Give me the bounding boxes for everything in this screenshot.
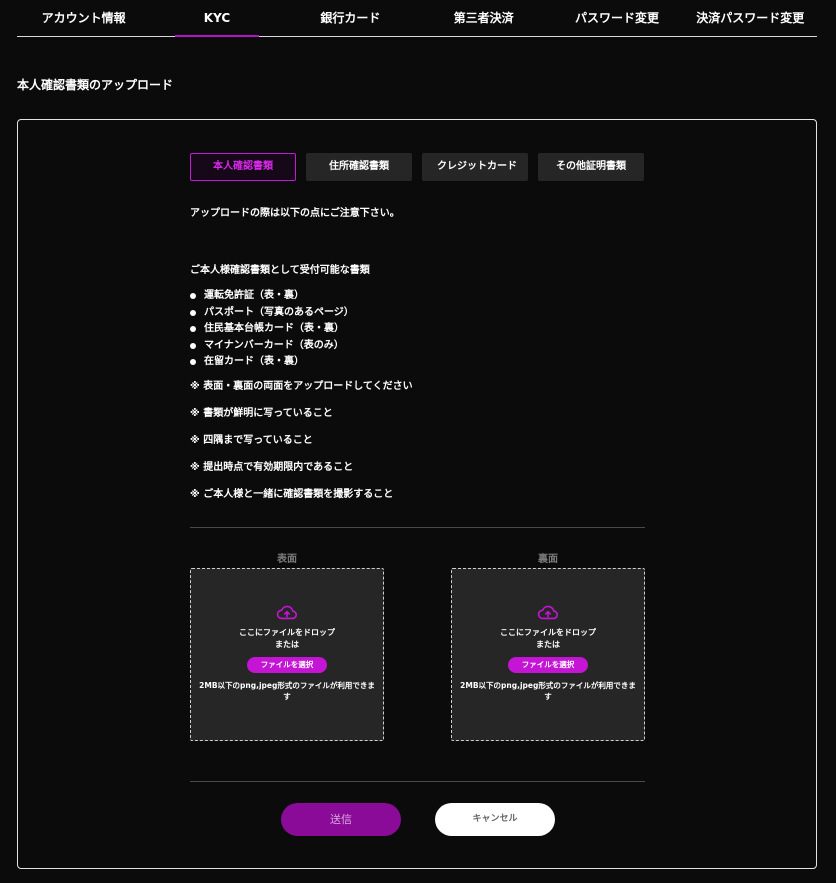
accepted-documents-heading: ご本人様確認書類として受付可能な書類: [190, 265, 370, 276]
or-text: または: [275, 640, 299, 649]
or-text: または: [536, 640, 560, 649]
front-dropzone[interactable]: ここにファイルをドロップ または ファイルを選択 2MB以下のpng,jpeg形…: [190, 568, 384, 741]
back-dropzone[interactable]: ここにファイルをドロップ または ファイルを選択 2MB以下のpng,jpeg形…: [451, 568, 645, 741]
note: ※ 書類が鮮明に写っていること: [190, 407, 333, 419]
back-upload: 裏面 ここにファイルをドロップ または ファイルを選択 2MB以下のpng,jp…: [451, 550, 645, 741]
instructions: アップロードの際は以下の点にご注意下さい。 ご本人様確認書類として受付可能な書類…: [190, 204, 650, 515]
front-upload: 表面 ここにファイルをドロップ または ファイルを選択 2MB以下のpng,jp…: [190, 550, 384, 741]
upload-notice: アップロードの際は以下の点にご注意下さい。: [190, 208, 400, 219]
tab-third-party-payment[interactable]: 第三者決済: [417, 0, 550, 36]
cancel-button[interactable]: キャンセル: [435, 803, 555, 836]
cloud-upload-icon: [537, 605, 559, 620]
cloud-upload-icon: [276, 605, 298, 620]
page-title: 本人確認書類のアップロード: [17, 78, 174, 92]
upload-panel: 本人確認書類 住所確認書類 クレジットカード その他証明書類 アップロードの際は…: [17, 119, 817, 869]
note: ※ 表面・裏面の両面をアップロードしてください: [190, 380, 413, 392]
tab-bank-card[interactable]: 銀行カード: [284, 0, 417, 36]
select-file-button[interactable]: ファイルを選択: [508, 657, 588, 673]
note: ※ 提出時点で有効期限内であること: [190, 461, 354, 473]
list-item: 在留カード（表・裏）: [190, 354, 650, 371]
tab-account-info[interactable]: アカウント情報: [17, 0, 150, 36]
list-item: マイナンバーカード（表のみ）: [190, 338, 650, 355]
accepted-documents-list: 運転免許証（表・裏） パスポート（写真のあるページ） 住民基本台帳カード（表・裏…: [190, 288, 650, 371]
divider: [190, 781, 645, 782]
file-requirements: 2MB以下のpng,jpeg形式のファイルが利用できます: [460, 681, 636, 701]
file-requirements: 2MB以下のpng,jpeg形式のファイルが利用できます: [199, 681, 375, 701]
top-nav: アカウント情報 KYC 銀行カード 第三者決済 パスワード変更 決済パスワード変…: [17, 0, 817, 37]
list-item: 住民基本台帳カード（表・裏）: [190, 321, 650, 338]
drop-instructions: ここにファイルをドロップ または: [452, 627, 644, 651]
note: ※ 四隅まで写っていること: [190, 434, 313, 446]
select-file-button[interactable]: ファイルを選択: [247, 657, 327, 673]
tab-other-documents[interactable]: その他証明書類: [538, 153, 644, 181]
tab-password-change[interactable]: パスワード変更: [550, 0, 683, 36]
list-item: パスポート（写真のあるページ）: [190, 305, 650, 322]
note: ※ ご本人様と一緒に確認書類を撮影すること: [190, 488, 394, 500]
divider: [190, 527, 645, 528]
back-label: 裏面: [538, 554, 558, 565]
tab-kyc[interactable]: KYC: [150, 0, 283, 37]
requirements-notes: ※ 表面・裏面の両面をアップロードしてください ※ 書類が鮮明に写っていること …: [190, 380, 650, 501]
submit-button[interactable]: 送信: [281, 803, 401, 836]
tab-address-document[interactable]: 住所確認書類: [306, 153, 412, 181]
tab-credit-card[interactable]: クレジットカード: [422, 153, 528, 181]
list-item: 運転免許証（表・裏）: [190, 288, 650, 305]
drop-text: ここにファイルをドロップ: [239, 628, 335, 637]
tab-payment-password-change[interactable]: 決済パスワード変更: [684, 0, 817, 36]
document-type-tabs: 本人確認書類 住所確認書類 クレジットカード その他証明書類: [190, 153, 644, 181]
drop-instructions: ここにファイルをドロップ または: [191, 627, 383, 651]
front-label: 表面: [277, 554, 297, 565]
tab-identity-document[interactable]: 本人確認書類: [190, 153, 296, 181]
drop-text: ここにファイルをドロップ: [500, 628, 596, 637]
